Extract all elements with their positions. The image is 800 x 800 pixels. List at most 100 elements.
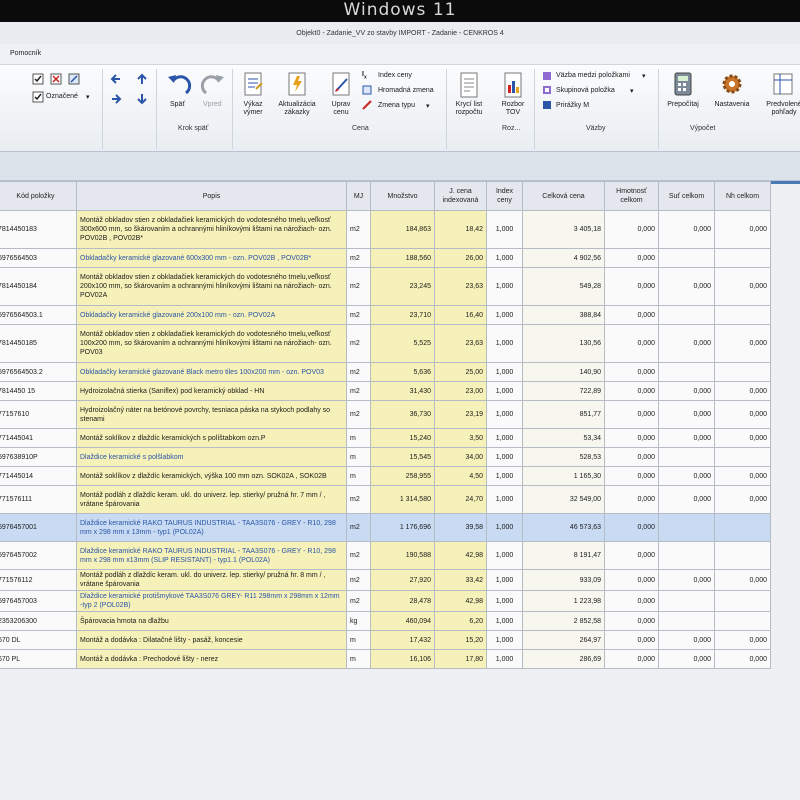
cell-index[interactable]: 1,000 [486, 569, 523, 591]
cell-sut[interactable]: 0,000 [658, 485, 715, 514]
cell-hmotnost[interactable]: 0,000 [604, 611, 659, 631]
col-mnozstvo[interactable]: Množstvo [370, 181, 435, 211]
cell-sut[interactable]: 0,000 [658, 381, 715, 401]
cell-kod[interactable]: 2353206300 [0, 611, 77, 631]
cell-index[interactable]: 1,000 [486, 381, 523, 401]
cell-sut[interactable] [658, 447, 715, 467]
cell-kod[interactable]: 7814450184 [0, 267, 77, 306]
hromadna-zmena-button[interactable]: Hromadná zmena [378, 87, 434, 94]
edit-price-icon[interactable] [330, 71, 352, 97]
cell-hmotnost[interactable]: 0,000 [604, 649, 659, 669]
cell-mnozstvo[interactable]: 28,478 [370, 590, 435, 612]
table-row[interactable]: 771576112 Montáž podláh z dlaždíc keram. … [0, 569, 771, 591]
cell-mnozstvo[interactable]: 15,545 [370, 447, 435, 467]
cell-sut[interactable]: 0,000 [658, 649, 715, 669]
prepocitaj-button[interactable]: Prepočítaj [660, 101, 706, 109]
cell-hmotnost[interactable]: 0,000 [604, 428, 659, 448]
cell-hmotnost[interactable]: 0,000 [604, 305, 659, 325]
cell-index[interactable]: 1,000 [486, 305, 523, 325]
table-row[interactable]: 7814450183 Montáž obkladov stien z obklad… [0, 210, 771, 249]
cell-mnozstvo[interactable]: 23,710 [370, 305, 435, 325]
cell-index[interactable]: 1,000 [486, 362, 523, 382]
cell-celkova[interactable]: 549,28 [522, 267, 605, 306]
col-kod[interactable]: Kód položky [0, 181, 77, 211]
cell-hmotnost[interactable]: 0,000 [604, 541, 659, 570]
cell-nh[interactable]: 0,000 [714, 630, 771, 650]
table-row[interactable]: 670 DL Montáž a dodávka : Dilatačné lišty… [0, 630, 771, 650]
cell-jcena[interactable]: 26,00 [434, 248, 487, 268]
cell-jcena[interactable]: 34,00 [434, 447, 487, 467]
table-row[interactable]: 5976564503.1 Obkladačky keramické glazova… [0, 305, 771, 325]
cell-index[interactable]: 1,000 [486, 400, 523, 429]
cell-nh[interactable] [714, 305, 771, 325]
cell-kod[interactable]: 670 PL [0, 649, 77, 669]
gear-icon[interactable] [720, 71, 744, 97]
cell-jcena[interactable]: 23,63 [434, 324, 487, 363]
chevron-down-icon[interactable]: ▾ [86, 93, 90, 101]
cell-sut[interactable] [658, 541, 715, 570]
arrow-down-icon[interactable] [136, 93, 148, 105]
cell-hmotnost[interactable]: 0,000 [604, 362, 659, 382]
update-order-icon[interactable] [286, 71, 308, 97]
cell-celkova[interactable]: 8 191,47 [522, 541, 605, 570]
cell-popis[interactable]: Montáž a dodávka : Prechodové lišty - ne… [76, 649, 347, 669]
cell-sut[interactable]: 0,000 [658, 210, 715, 249]
cell-popis[interactable]: Dlaždice keramické RAKO TAURUS INDUSTRIA… [76, 541, 347, 570]
cell-kod[interactable]: 5976457002 [0, 541, 77, 570]
cell-sut[interactable]: 0,000 [658, 630, 715, 650]
redo-icon[interactable] [200, 73, 226, 97]
cell-kod[interactable]: 5976457003 [0, 590, 77, 612]
cell-mnozstvo[interactable]: 31,430 [370, 381, 435, 401]
cell-nh[interactable]: 0,000 [714, 649, 771, 669]
cell-hmotnost[interactable]: 0,000 [604, 381, 659, 401]
cell-index[interactable]: 1,000 [486, 590, 523, 612]
cell-index[interactable]: 1,000 [486, 611, 523, 631]
col-sut[interactable]: Suť celkom [658, 181, 715, 211]
cell-index[interactable]: 1,000 [486, 630, 523, 650]
cell-celkova[interactable]: 140,90 [522, 362, 605, 382]
cell-mnozstvo[interactable]: 27,920 [370, 569, 435, 591]
cell-kod[interactable]: 771576111 [0, 485, 77, 514]
cell-hmotnost[interactable]: 0,000 [604, 513, 659, 542]
cell-jcena[interactable]: 15,20 [434, 630, 487, 650]
cell-index[interactable]: 1,000 [486, 541, 523, 570]
cell-mj[interactable]: m2 [346, 541, 371, 570]
col-hmotnost[interactable]: Hmotnosť celkom [604, 181, 659, 211]
cell-hmotnost[interactable]: 0,000 [604, 267, 659, 306]
cell-mnozstvo[interactable]: 184,863 [370, 210, 435, 249]
arrow-up-icon[interactable] [136, 73, 148, 85]
cell-jcena[interactable]: 18,42 [434, 210, 487, 249]
cell-kod[interactable]: 5976564503.2 [0, 362, 77, 382]
redo-button[interactable]: Vpred [203, 101, 222, 108]
cell-nh[interactable]: 0,000 [714, 210, 771, 249]
cell-index[interactable]: 1,000 [486, 248, 523, 268]
cell-nh[interactable] [714, 362, 771, 382]
cell-sut[interactable] [658, 590, 715, 612]
cell-index[interactable]: 1,000 [486, 324, 523, 363]
cell-hmotnost[interactable]: 0,000 [604, 324, 659, 363]
predvolene-button[interactable]: Predvolené pohľady [762, 101, 800, 117]
cell-popis[interactable]: Dlaždice keramické RAKO TAURUS INDUSTRIA… [76, 513, 347, 542]
cell-popis[interactable]: Dlaždice keramické s polšlabkom [76, 447, 347, 467]
cell-index[interactable]: 1,000 [486, 267, 523, 306]
cell-nh[interactable] [714, 248, 771, 268]
cell-hmotnost[interactable]: 0,000 [604, 466, 659, 486]
cell-mnozstvo[interactable]: 258,955 [370, 466, 435, 486]
cell-popis[interactable]: Obkladačky keramické glazované 200x100 m… [76, 305, 347, 325]
cell-jcena[interactable]: 4,50 [434, 466, 487, 486]
index-ceny-button[interactable]: Index ceny [378, 72, 412, 79]
cell-popis[interactable]: Montáž podláh z dlaždíc keram. ukl. do u… [76, 569, 347, 591]
arrow-left-icon[interactable] [110, 73, 122, 85]
cell-jcena[interactable]: 23,63 [434, 267, 487, 306]
cell-hmotnost[interactable]: 0,000 [604, 248, 659, 268]
table-row[interactable]: 5976457002 Dlaždice keramické RAKO TAURUS… [0, 541, 771, 570]
col-index[interactable]: Index ceny [486, 181, 523, 211]
cell-popis[interactable]: Montáž obkladov stien z obkladačiek kera… [76, 210, 347, 249]
cell-mnozstvo[interactable]: 23,245 [370, 267, 435, 306]
cell-nh[interactable]: 0,000 [714, 466, 771, 486]
cell-mj[interactable]: m2 [346, 485, 371, 514]
cell-index[interactable]: 1,000 [486, 210, 523, 249]
cell-popis[interactable]: Montáž soklíkov z dlaždíc keramických s … [76, 428, 347, 448]
cell-celkova[interactable]: 528,53 [522, 447, 605, 467]
table-row[interactable]: 77157610 Hydroizolačný náter na betónové … [0, 400, 771, 429]
